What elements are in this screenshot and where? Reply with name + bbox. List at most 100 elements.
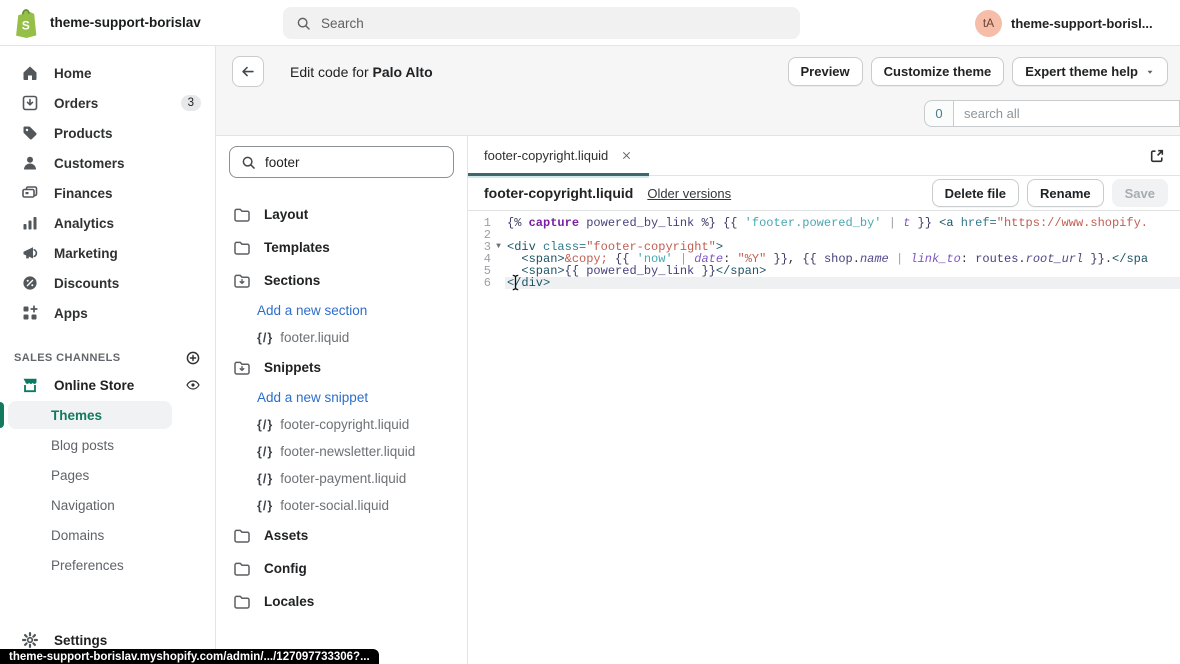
sidebar-item-label: Blog posts [51,438,114,453]
code-line-text: </div> [505,277,1180,289]
store-brand[interactable]: S theme-support-borislav [0,7,270,38]
page-header: Edit code for Palo Alto Preview Customiz… [216,46,1180,135]
text-cursor-icon [510,274,521,291]
folder-label: Locales [264,594,314,609]
gear-icon [20,630,40,650]
folder-open-icon [232,271,252,291]
code-line-2[interactable]: 2 [468,229,1180,241]
sales-channels-header: SALES CHANNELS [0,346,215,370]
sidebar-item-themes[interactable]: Themes [0,400,215,430]
online-store-subnav: Themes Blog posts Pages NavigationDomainsPr… [0,400,215,580]
code-editor-panel: footer-copyright.liquid footer-copyright… [468,135,1180,664]
global-search-input[interactable]: Search [283,7,800,39]
sidebar-item-label: Products [54,126,201,141]
tree-file-footer-payment-liquid[interactable]: {/} footer-payment.liquid [216,465,467,492]
sidebar-item-orders[interactable]: Orders3 [0,88,215,118]
sidebar-item-marketing[interactable]: Marketing [0,238,215,268]
account-menu[interactable]: tA theme-support-borisl... [975,0,1180,46]
code-line-3[interactable]: 3▼<div class="footer-copyright"> [468,241,1180,253]
sidebar-item-apps[interactable]: Apps [0,298,215,328]
customers-icon [20,153,40,173]
fold-arrow-icon[interactable]: ▼ [492,241,505,253]
sidebar-item-finances[interactable]: Finances [0,178,215,208]
finances-icon [20,183,40,203]
sidebar-item-products[interactable]: Products [0,118,215,148]
sidebar-item-discounts[interactable]: Discounts [0,268,215,298]
settings-label: Settings [54,633,107,648]
save-button[interactable]: Save [1112,179,1168,207]
code-line-5[interactable]: 5 <span>{{ powered_by_link }}</span> [468,265,1180,277]
liquid-file-icon: {/} [257,472,273,486]
sidebar-item-preferences[interactable]: Preferences [0,550,215,580]
tree-link-add-a-new-section[interactable]: Add a new section [216,297,467,324]
sidebar-item-label: Pages [51,468,89,483]
tree-file-footer-social-liquid[interactable]: {/}footer-social.liquid [216,492,467,519]
tree-folder-locales[interactable]: Locales [216,585,467,618]
view-store-eye-icon[interactable] [185,377,201,393]
rename-button[interactable]: Rename [1027,179,1104,207]
sidebar-item-navigation[interactable]: Navigation [0,490,215,520]
sidebar-item-domains[interactable]: Domains [0,520,215,550]
folder-label: Templates [264,240,330,255]
code-line-4[interactable]: 4 <span>&copy; {{ 'now' | date: "%Y" }},… [468,253,1180,265]
folder-label: Config [264,561,307,576]
chevron-down-icon [1145,67,1155,77]
tree-link-add-a-new-snippet[interactable]: Add a new snippet [216,384,467,411]
tab-footer-copyright-liquid[interactable]: footer-copyright.liquid [468,136,649,175]
orders-count-badge: 3 [181,95,201,111]
tree-file-footer-newsletter-liquid[interactable]: {/} footer-newsletter.liquid [216,438,467,465]
file-name-label: footer-payment.liquid [280,471,406,486]
sidebar-item-pages[interactable]: Pages [0,460,215,490]
theme-name: Palo Alto [373,64,433,80]
tree-folder-sections[interactable]: Sections [216,264,467,297]
folder-open-icon [232,358,252,378]
folder-label: Sections [264,273,320,288]
code-line-6[interactable]: 6 </div> [468,277,1180,289]
sidebar-item-analytics[interactable]: Analytics [0,208,215,238]
code-line-text: {% capture powered_by_link %} {{ 'footer… [505,217,1180,229]
search-all-widget: 0 [924,100,1180,127]
customize-theme-button[interactable]: Customize theme [871,57,1005,86]
link-preview-statusbar: theme-support-borislav.myshopify.com/adm… [0,649,379,664]
sidebar-item-online-store[interactable]: Online Store [0,370,215,400]
folder-label: Layout [264,207,308,222]
products-icon [20,123,40,143]
expert-theme-help-button[interactable]: Expert theme help [1012,57,1168,86]
search-icon [295,15,312,32]
add-sales-channel-icon[interactable] [185,350,201,366]
sidebar-item-blog-posts[interactable]: Blog posts [0,430,215,460]
liquid-file-icon: {/} [257,418,273,432]
liquid-file-icon: {/} [257,445,273,459]
tree-file-footer-copyright-liquid[interactable]: {/}footer-copyright.liquid [216,411,467,438]
apps-icon [20,303,40,323]
preview-button[interactable]: Preview [788,57,863,86]
file-name-label: footer-newsletter.liquid [280,444,415,459]
sidebar-item-customers[interactable]: Customers [0,148,215,178]
line-number: 6 [468,277,492,289]
tree-folder-templates[interactable]: Templates [216,231,467,264]
expand-editor-icon[interactable] [1147,146,1167,166]
analytics-icon [20,213,40,233]
tree-folder-snippets[interactable]: Snippets [216,351,467,384]
code-area[interactable]: 1{% capture powered_by_link %} {{ 'foote… [468,211,1180,289]
tree-folder-assets[interactable]: Assets [216,519,467,552]
svg-text:S: S [22,18,30,32]
fold-gutter [492,277,505,289]
back-button[interactable] [232,56,264,87]
code-line-1[interactable]: 1{% capture powered_by_link %} {{ 'foote… [468,217,1180,229]
sidebar-item-home[interactable]: Home [0,58,215,88]
close-tab-icon[interactable] [620,149,633,162]
file-search-box [229,146,454,178]
add-new-link-label: Add a new snippet [257,390,368,405]
delete-file-button[interactable]: Delete file [932,179,1019,207]
tree-file-footer-liquid[interactable]: {/}footer.liquid [216,324,467,351]
tree-folder-config[interactable]: Config [216,552,467,585]
top-bar: S theme-support-borislav Search tA theme… [0,0,1180,46]
file-search-input[interactable] [265,155,443,170]
search-all-input[interactable] [954,100,1180,127]
home-icon [20,63,40,83]
file-tree: Layout Templates Sections Add a new section… [216,186,467,664]
older-versions-link[interactable]: Older versions [647,186,731,201]
file-name-label: footer.liquid [280,330,349,345]
tree-folder-layout[interactable]: Layout [216,198,467,231]
